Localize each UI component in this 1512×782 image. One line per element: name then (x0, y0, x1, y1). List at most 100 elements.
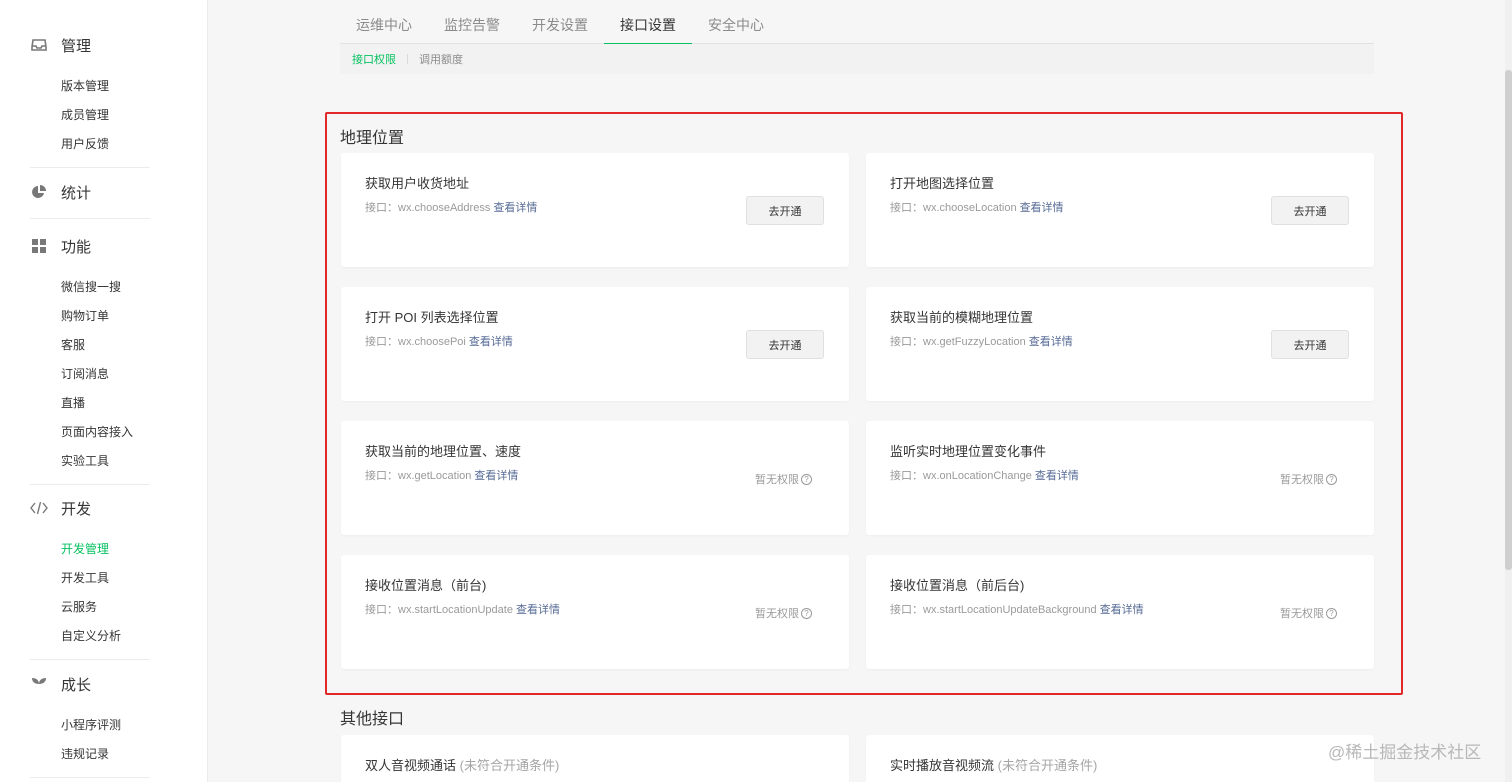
sidebar-item[interactable]: 小程序评测 (30, 711, 150, 740)
sidebar-item[interactable]: 开发管理 (30, 535, 150, 564)
api-card-title: 监听实时地理位置变化事件 (890, 444, 1047, 459)
api-name: wx.chooseAddress (398, 202, 491, 214)
view-details-link[interactable]: 查看详情 (469, 336, 513, 348)
sidebar-group-4: 成长小程序评测 违规记录 (30, 657, 150, 778)
api-label: 接口： (365, 470, 398, 482)
sidebar-item[interactable]: 订阅消息 (30, 360, 150, 389)
api-card: 获取用户收货地址 接口：wx.chooseAddress 查看详情 去开通 (341, 153, 849, 267)
api-name: wx.onLocationChange (923, 470, 1032, 482)
api-name: wx.getLocation (398, 470, 472, 482)
code-icon (30, 499, 48, 517)
api-card-title: 接收位置消息（前台) (365, 578, 487, 593)
sidebar-group-title: 开发 (61, 500, 92, 518)
api-label: 接口： (890, 470, 923, 482)
api-card: 获取当前的地理位置、速度 接口：wx.getLocation 查看详情 暂无权限? (341, 421, 849, 535)
help-icon[interactable]: ? (801, 473, 812, 485)
sidebar-group-title: 管理 (61, 37, 92, 55)
sidebar-item[interactable]: 违规记录 (30, 740, 150, 769)
api-label: 接口： (890, 336, 923, 348)
sidebar-items: 版本管理 成员管理 用户反馈 (30, 72, 150, 167)
sidebar-item[interactable]: 开发工具 (30, 564, 150, 593)
tab-item[interactable]: 监控告警 (428, 0, 516, 44)
sidebar-group-header[interactable]: 统计 (30, 165, 150, 219)
help-icon[interactable]: ? (1326, 607, 1337, 619)
view-details-link[interactable]: 查看详情 (1020, 202, 1064, 214)
tab-item[interactable]: 安全中心 (692, 0, 780, 44)
sidebar-item[interactable]: 云服务 (30, 593, 150, 622)
open-button[interactable]: 去开通 (746, 196, 824, 225)
view-details-link[interactable]: 查看详情 (1035, 470, 1079, 482)
sidebar-items: 开发管理 开发工具 云服务 自定义分析 (30, 535, 150, 659)
sub-tabs: 接口权限 调用额度 (340, 44, 1374, 74)
api-card-title: 打开地图选择位置 (890, 176, 995, 191)
sidebar-item[interactable]: 版本管理 (30, 72, 150, 101)
api-card-title-text: 实时播放音视频流 (890, 758, 995, 773)
help-icon[interactable]: ? (801, 607, 812, 619)
open-button[interactable]: 去开通 (1271, 196, 1349, 225)
view-details-link[interactable]: 查看详情 (1100, 604, 1144, 616)
sidebar-group-header[interactable]: 管理 (30, 18, 150, 72)
api-card-title-text: 双人音视频通话 (365, 758, 457, 773)
sidebar-group-header[interactable]: 功能 (30, 219, 150, 273)
api-label: 接口： (365, 336, 398, 348)
api-card: 获取当前的模糊地理位置 接口：wx.getFuzzyLocation 查看详情 去开通 (866, 287, 1374, 401)
view-details-link[interactable]: 查看详情 (474, 470, 518, 482)
api-card-title: 打开 POI 列表选择位置 (365, 310, 499, 325)
sidebar-group-title: 功能 (61, 238, 92, 256)
api-name: wx.chooseLocation (923, 202, 1017, 214)
sidebar-item[interactable]: 实验工具 (30, 447, 150, 476)
tab-item[interactable]: 运维中心 (340, 0, 428, 44)
sidebar-group-1: 统计 (30, 165, 150, 219)
api-card-desc: 接口：wx.chooseLocation 查看详情 (890, 199, 1064, 215)
section-title-geo: 地理位置 (340, 130, 405, 147)
leaf-icon (30, 675, 48, 693)
view-details-link[interactable]: 查看详情 (493, 202, 537, 214)
sidebar-group-header[interactable]: 开发 (30, 481, 150, 535)
api-card: 打开地图选择位置 接口：wx.chooseLocation 查看详情 去开通 (866, 153, 1374, 267)
sidebar-item[interactable]: 页面内容接入 (30, 418, 150, 447)
api-card-desc: 接口：wx.onLocationChange 查看详情 (890, 467, 1079, 483)
sidebar-item[interactable]: 微信搜一搜 (30, 273, 150, 302)
top-tabs: 运维中心 监控告警 开发设置 接口设置 安全中心 (340, 0, 1374, 45)
no-permission-status: 暂无权限? (755, 471, 812, 487)
view-details-link[interactable]: 查看详情 (1029, 336, 1073, 348)
api-card: 打开 POI 列表选择位置 接口：wx.choosePoi 查看详情 去开通 (341, 287, 849, 401)
subtab-item[interactable]: 调用额度 (419, 51, 463, 67)
no-permission-label: 暂无权限 (755, 608, 799, 620)
open-button[interactable]: 去开通 (746, 330, 824, 359)
api-name: wx.startLocationUpdateBackground (923, 604, 1097, 616)
api-card-title: 实时播放音视频流 (未符合开通条件) (890, 755, 1097, 774)
api-name: wx.startLocationUpdate (398, 604, 513, 616)
subtab-item[interactable]: 接口权限 (352, 51, 396, 67)
sidebar-item[interactable]: 成员管理 (30, 101, 150, 130)
api-card-desc: 接口：wx.getLocation 查看详情 (365, 467, 518, 483)
watermark: @稀土掘金技术社区 (1328, 743, 1482, 762)
api-card-desc: 接口：wx.getFuzzyLocation 查看详情 (890, 333, 1073, 349)
sidebar-item[interactable]: 自定义分析 (30, 622, 150, 651)
sidebar-item[interactable]: 用户反馈 (30, 130, 150, 159)
sidebar-group-2: 功能微信搜一搜 购物订单 客服 订阅消息 直播 页面内容接入 实验工具 (30, 219, 150, 485)
tab-item[interactable]: 开发设置 (516, 0, 604, 44)
api-card-condition: (未符合开通条件) (997, 758, 1098, 773)
tab-item[interactable]: 接口设置 (604, 0, 692, 45)
sidebar-item[interactable]: 购物订单 (30, 302, 150, 331)
sidebar-group-3: 开发开发管理 开发工具 云服务 自定义分析 (30, 481, 150, 660)
view-details-link[interactable]: 查看详情 (516, 604, 560, 616)
sidebar-group-title: 成长 (61, 676, 92, 694)
sidebar-group-0: 管理版本管理 成员管理 用户反馈 (30, 18, 150, 168)
sidebar-item[interactable]: 直播 (30, 389, 150, 418)
no-permission-status: 暂无权限? (1280, 605, 1337, 621)
sidebar-item[interactable]: 客服 (30, 331, 150, 360)
subtab-divider (407, 54, 408, 64)
scrollbar-thumb[interactable] (1505, 70, 1512, 570)
api-label: 接口： (890, 202, 923, 214)
no-permission-label: 暂无权限 (755, 474, 799, 486)
main-content: 运维中心 监控告警 开发设置 接口设置 安全中心 接口权限 调用额度 地理位置 获取用户收… (208, 0, 1512, 782)
api-card-title: 获取当前的地理位置、速度 (365, 444, 522, 459)
api-card-desc: 接口：wx.startLocationUpdateBackground 查看详情 (890, 601, 1144, 617)
sidebar-group-header[interactable]: 成长 (30, 657, 150, 711)
open-button[interactable]: 去开通 (1271, 330, 1349, 359)
help-icon[interactable]: ? (1326, 473, 1337, 485)
api-name: wx.choosePoi (398, 336, 466, 348)
pie-chart-icon (30, 183, 48, 201)
